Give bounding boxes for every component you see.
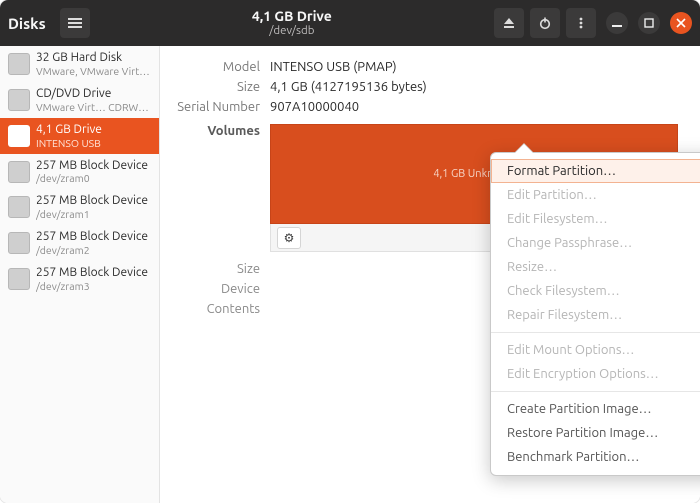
volume-context-menu: Format Partition…Edit Partition…Edit Fil… <box>490 152 700 476</box>
menu-item: Edit Filesystem… <box>491 207 700 231</box>
sidebar-item-2[interactable]: 4,1 GB Drive INTENSO USB <box>0 118 159 154</box>
titlebar: Disks 4,1 GB Drive /dev/sdb <box>0 0 700 46</box>
menu-item: Edit Mount Options… <box>491 338 700 362</box>
menu-item: Check Filesystem… <box>491 279 700 303</box>
window-minimize[interactable] <box>606 12 628 34</box>
menu-item: Resize… <box>491 255 700 279</box>
eject-icon <box>502 16 516 30</box>
minimize-icon <box>612 18 622 28</box>
device-list: 32 GB Hard Disk VMware, VMware Virtual S… <box>0 46 160 503</box>
sidebar-item-1[interactable]: CD/DVD Drive VMware Virt… CDRW Drive <box>0 82 159 118</box>
field-value: INTENSO USB (PMAP) <box>270 60 397 74</box>
sidebar-item-3[interactable]: 257 MB Block Device /dev/zram0 <box>0 154 159 190</box>
menu-item[interactable]: Restore Partition Image… <box>491 421 700 445</box>
field-value: 4,1 GB (4127195136 bytes) <box>270 80 427 94</box>
gear-icon: ⚙ <box>284 231 295 245</box>
device-sub: INTENSO USB <box>36 137 102 149</box>
body: 32 GB Hard Disk VMware, VMware Virtual S… <box>0 46 700 503</box>
device-name: 257 MB Block Device <box>36 266 148 280</box>
disks-window: Disks 4,1 GB Drive /dev/sdb <box>0 0 700 503</box>
device-name: 257 MB Block Device <box>36 194 148 208</box>
device-name: 32 GB Hard Disk <box>36 51 151 65</box>
window-maximize[interactable] <box>638 12 660 34</box>
hamburger-icon <box>68 16 82 30</box>
device-sub: /dev/zram2 <box>36 244 148 256</box>
device-name: 4,1 GB Drive <box>36 123 102 137</box>
volume-options-button[interactable]: ⚙ <box>277 227 301 249</box>
block-icon <box>8 268 30 290</box>
menu-item: Change Passphrase… <box>491 231 700 255</box>
field-label: Size <box>160 80 270 94</box>
block-icon <box>8 196 30 218</box>
menu-item[interactable]: Create Partition Image… <box>491 397 700 421</box>
power-icon <box>538 16 552 30</box>
device-sub: VMware Virt… CDRW Drive <box>36 101 151 113</box>
hdd-icon <box>8 53 30 75</box>
field-value: 907A10000040 <box>270 100 359 114</box>
maximize-icon <box>644 18 654 28</box>
volumes-heading: Volumes <box>160 124 270 252</box>
title-center: 4,1 GB Drive /dev/sdb <box>90 8 494 37</box>
window-close[interactable] <box>670 12 692 34</box>
block-icon <box>8 161 30 183</box>
detail-pane: ModelINTENSO USB (PMAP)Size4,1 GB (41271… <box>160 46 700 503</box>
meta-label: Device <box>160 282 270 296</box>
device-sub: /dev/zram1 <box>36 208 148 220</box>
menu-item[interactable]: Benchmark Partition… <box>491 445 700 469</box>
menu-item: Edit Encryption Options… <box>491 362 700 386</box>
sidebar-item-4[interactable]: 257 MB Block Device /dev/zram1 <box>0 189 159 225</box>
drive-device-path: /dev/sdb <box>90 24 494 37</box>
eject-button[interactable] <box>494 8 524 38</box>
block-icon <box>8 232 30 254</box>
usb-icon <box>8 125 30 147</box>
device-sub: VMware, VMware Virtual S <box>36 65 151 77</box>
sidebar-item-6[interactable]: 257 MB Block Device /dev/zram3 <box>0 261 159 297</box>
app-name: Disks <box>8 15 46 32</box>
device-sub: /dev/zram0 <box>36 172 148 184</box>
device-name: 257 MB Block Device <box>36 159 148 173</box>
drive-title: 4,1 GB Drive <box>90 8 494 24</box>
kebab-icon <box>574 16 588 30</box>
device-name: CD/DVD Drive <box>36 87 151 101</box>
device-sub: /dev/zram3 <box>36 280 148 292</box>
sidebar-item-5[interactable]: 257 MB Block Device /dev/zram2 <box>0 225 159 261</box>
menu-item[interactable]: Format Partition… <box>491 159 700 183</box>
close-icon <box>676 18 686 28</box>
optical-icon <box>8 89 30 111</box>
hamburger-button[interactable] <box>60 8 90 38</box>
field-label: Model <box>160 60 270 74</box>
field-label: Serial Number <box>160 100 270 114</box>
menu-item: Edit Partition… <box>491 183 700 207</box>
meta-label: Contents <box>160 302 270 316</box>
power-button[interactable] <box>530 8 560 38</box>
drive-menu-button[interactable] <box>566 8 596 38</box>
menu-item: Repair Filesystem… <box>491 303 700 327</box>
device-name: 257 MB Block Device <box>36 230 148 244</box>
sidebar-item-0[interactable]: 32 GB Hard Disk VMware, VMware Virtual S <box>0 46 159 82</box>
meta-label: Size <box>160 262 270 276</box>
